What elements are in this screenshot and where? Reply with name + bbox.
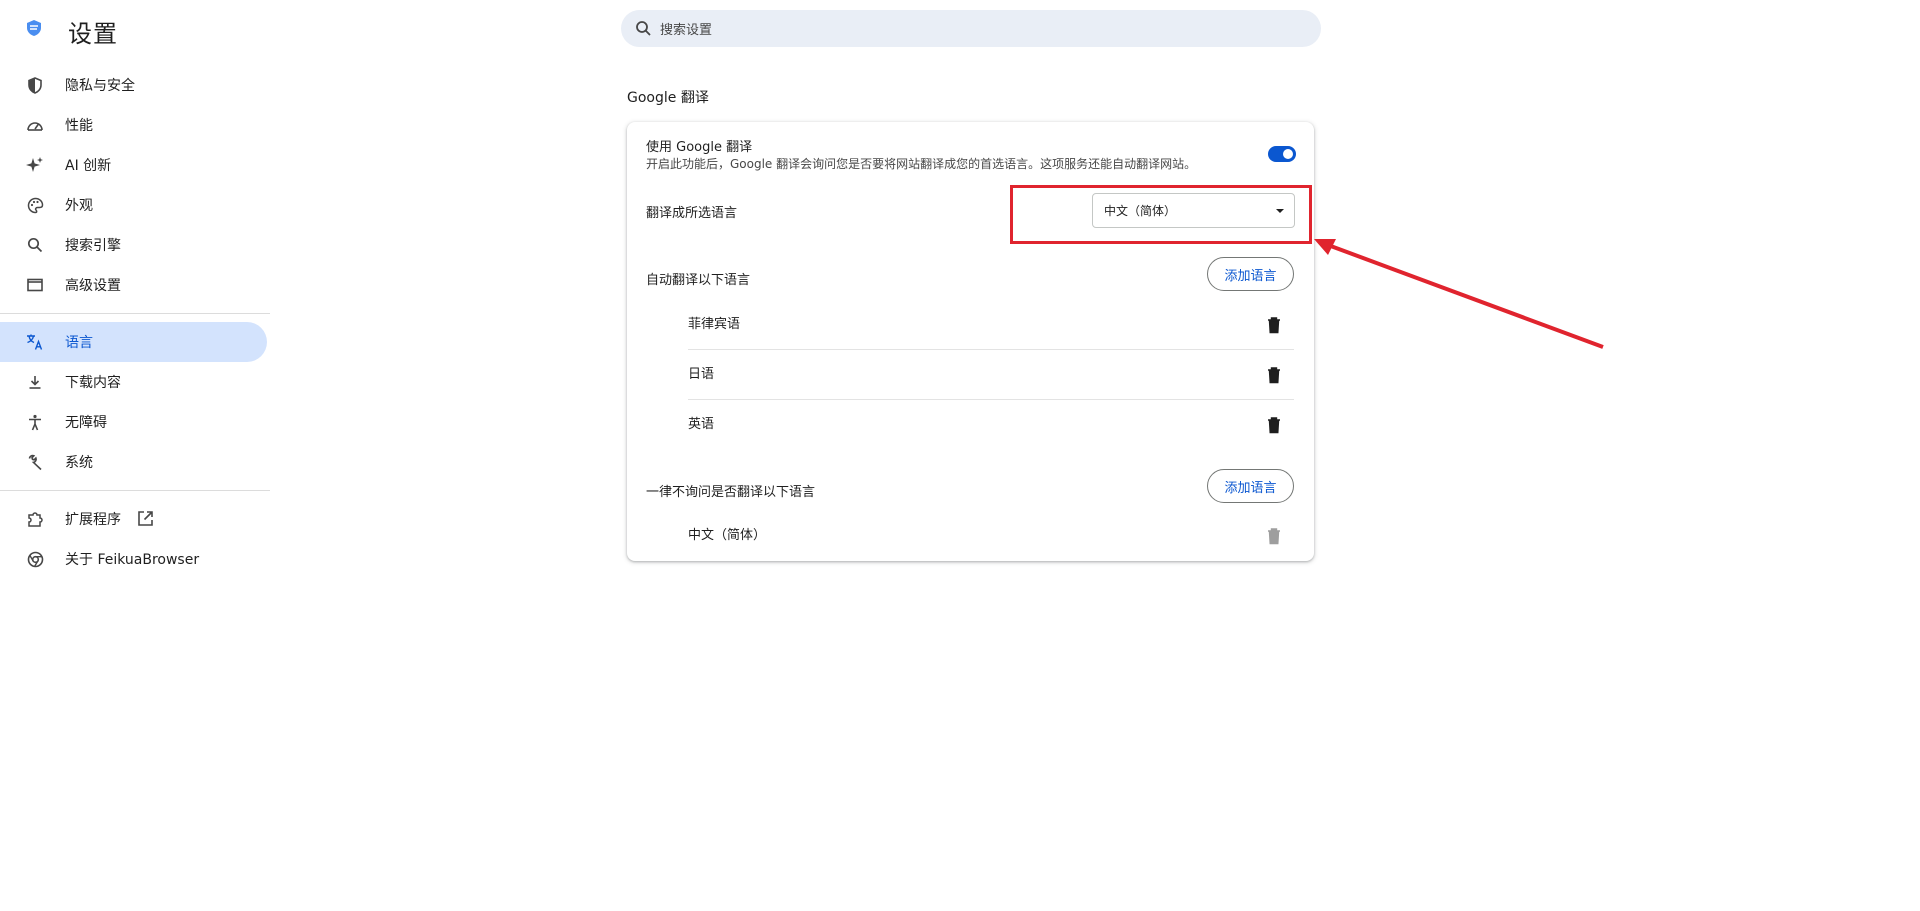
- page-title: 设置: [68, 20, 118, 48]
- list-item: 中文（简体）: [688, 511, 1294, 560]
- section-title: Google 翻译: [627, 90, 709, 106]
- sidebar-item-advanced[interactable]: 高级设置: [0, 265, 267, 305]
- speedometer-icon: [25, 115, 45, 135]
- language-name: 菲律宾语: [688, 317, 741, 332]
- sidebar-item-label: 隐私与安全: [65, 78, 135, 94]
- sparkle-icon: [25, 155, 45, 175]
- use-translate-label: 使用 Google 翻译: [646, 140, 753, 155]
- sidebar-item-label: 搜索引擎: [65, 238, 121, 254]
- sidebar-item-label: 系统: [65, 455, 93, 471]
- language-name: 中文（简体）: [688, 528, 767, 543]
- sidebar-item-label: 语言: [65, 335, 93, 351]
- search-input[interactable]: 搜索设置: [621, 10, 1321, 47]
- sidebar-item-label: 下载内容: [65, 375, 121, 391]
- sidebar-item-extensions[interactable]: 扩展程序: [0, 499, 267, 539]
- delete-icon[interactable]: [1266, 316, 1282, 334]
- wrench-icon: [25, 452, 45, 472]
- annotation-arrow: [1314, 239, 1604, 349]
- sidebar-item-label: 性能: [65, 118, 93, 134]
- list-item: 日语: [688, 350, 1294, 399]
- sidebar-item-ai[interactable]: AI 创新: [0, 145, 267, 185]
- palette-icon: [25, 195, 45, 215]
- target-language-label: 翻译成所选语言: [646, 206, 738, 221]
- window-icon: [25, 275, 45, 295]
- sidebar-item-label: AI 创新: [65, 158, 112, 174]
- language-name: 英语: [688, 417, 715, 432]
- sidebar-item-privacy[interactable]: 隐私与安全: [0, 65, 267, 105]
- sidebar-item-about[interactable]: 关于 FeikuaBrowser: [0, 539, 267, 579]
- sidebar-item-downloads[interactable]: 下载内容: [0, 362, 267, 402]
- sidebar-item-system[interactable]: 系统: [0, 442, 267, 482]
- delete-icon[interactable]: [1266, 366, 1282, 384]
- list-item: 英语: [688, 400, 1294, 449]
- sidebar-item-appearance[interactable]: 外观: [0, 185, 267, 225]
- target-language-select[interactable]: 中文（简体）: [1092, 193, 1295, 228]
- language-name: 日语: [688, 367, 715, 382]
- sidebar-item-accessibility[interactable]: 无障碍: [0, 402, 267, 442]
- use-translate-description: 开启此功能后，Google 翻译会询问您是否要将网站翻译成您的首选语言。这项服务…: [646, 157, 1197, 171]
- browser-logo-icon: [25, 549, 45, 569]
- delete-icon-disabled: [1266, 527, 1282, 545]
- sidebar-item-label: 关于 FeikuaBrowser: [65, 552, 200, 568]
- list-item: 菲律宾语: [688, 300, 1294, 349]
- sidebar-item-search-engine[interactable]: 搜索引擎: [0, 225, 267, 265]
- sidebar-item-label: 无障碍: [65, 415, 107, 431]
- auto-translate-label: 自动翻译以下语言: [646, 273, 751, 288]
- sidebar-item-performance[interactable]: 性能: [0, 105, 267, 145]
- search-icon: [635, 20, 652, 37]
- download-icon: [25, 372, 45, 392]
- translate-icon: [25, 332, 45, 352]
- open-in-new-icon: [137, 510, 155, 528]
- accessibility-icon: [25, 412, 45, 432]
- sidebar-item-label: 外观: [65, 198, 93, 214]
- delete-icon[interactable]: [1266, 416, 1282, 434]
- toggle-knob: [1283, 149, 1293, 159]
- sidebar-divider: [0, 313, 270, 314]
- dropdown-arrow-icon: [1276, 209, 1284, 213]
- search-placeholder: 搜索设置: [660, 23, 713, 38]
- search-icon: [25, 235, 45, 255]
- sidebar-item-language[interactable]: 语言: [0, 322, 267, 362]
- add-never-ask-language-button[interactable]: 添加语言: [1207, 469, 1294, 503]
- use-translate-toggle[interactable]: [1268, 146, 1296, 162]
- sidebar-item-label: 高级设置: [65, 278, 121, 294]
- sidebar-divider: [0, 490, 270, 491]
- puzzle-icon: [25, 509, 45, 529]
- target-language-value: 中文（简体）: [1104, 204, 1177, 218]
- never-ask-label: 一律不询问是否翻译以下语言: [646, 485, 816, 500]
- add-auto-translate-language-button[interactable]: 添加语言: [1207, 257, 1294, 291]
- shield-icon: [25, 75, 45, 95]
- sidebar-item-label: 扩展程序: [65, 512, 121, 528]
- app-logo-icon: [25, 19, 43, 37]
- translate-settings-card: 使用 Google 翻译 开启此功能后，Google 翻译会询问您是否要将网站翻…: [627, 122, 1314, 561]
